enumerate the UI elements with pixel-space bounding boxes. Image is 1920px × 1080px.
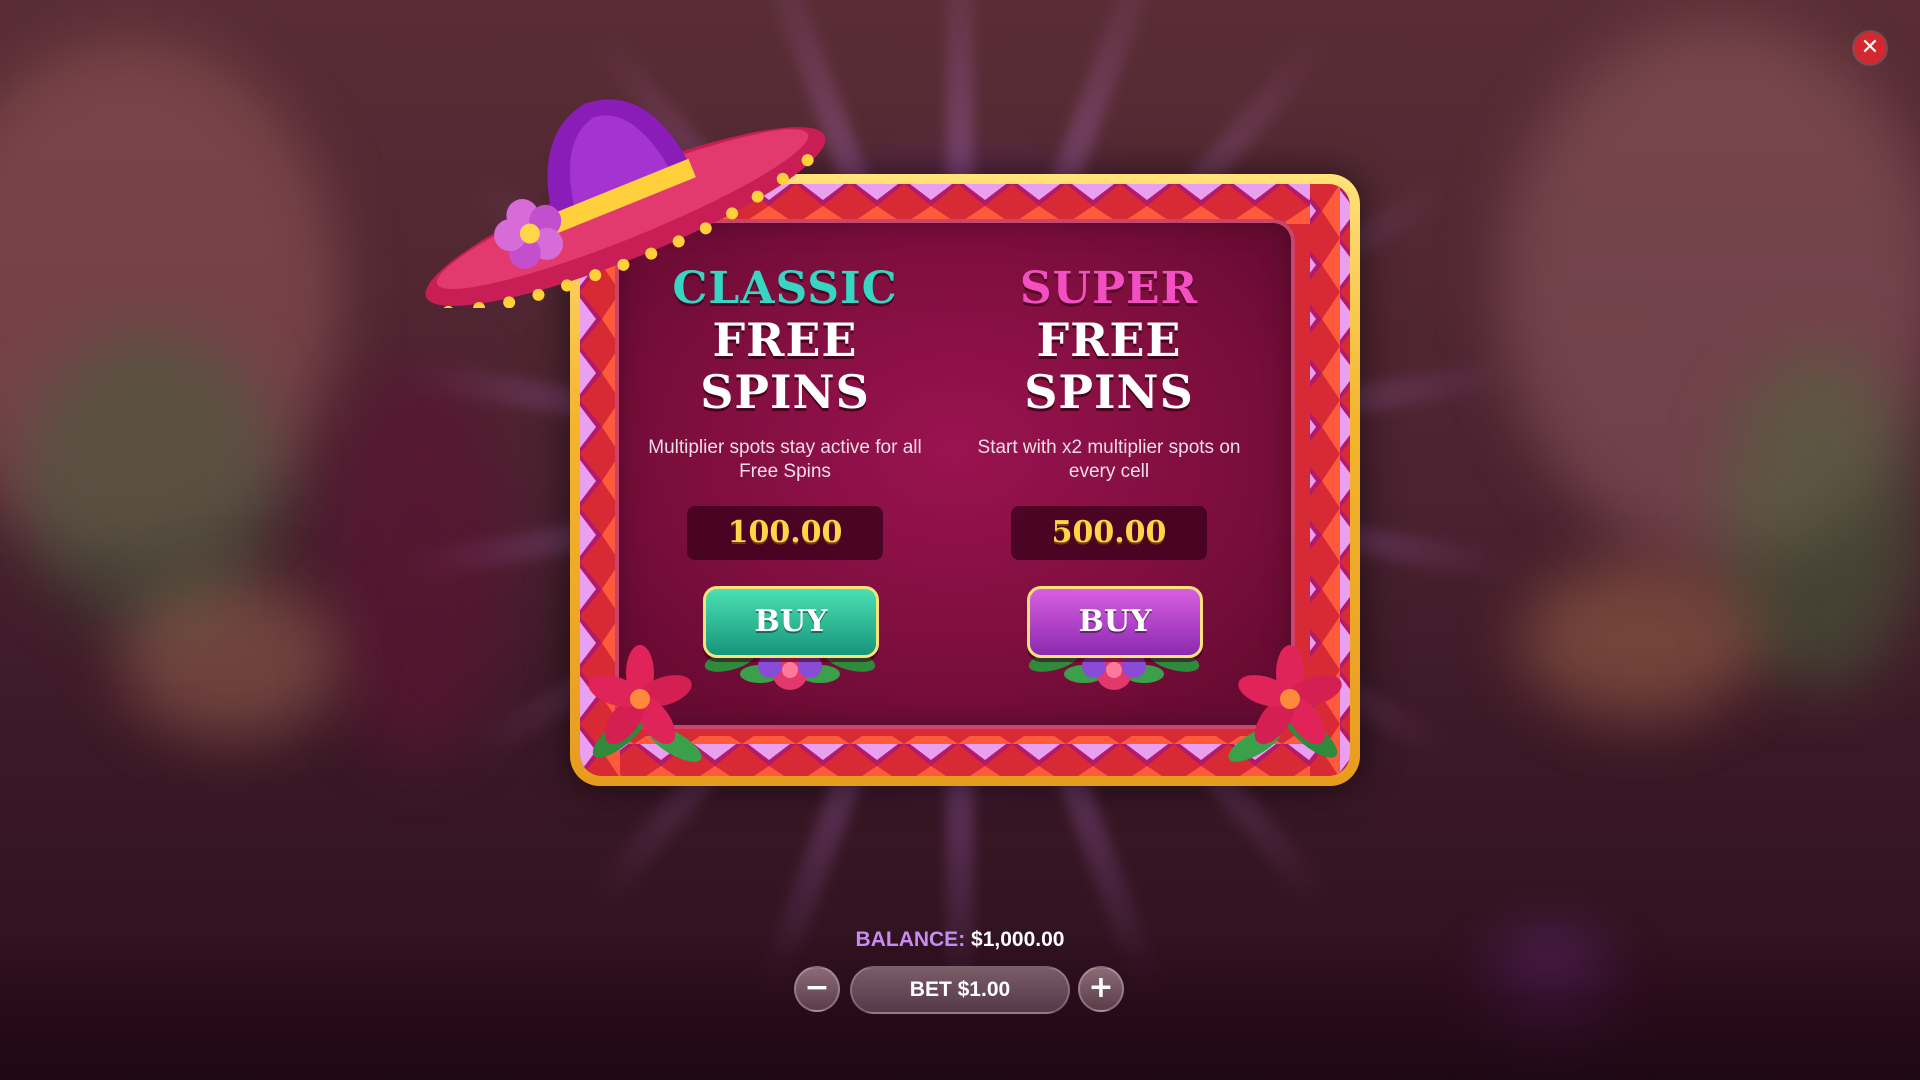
classic-offer-description: Multiplier spots stay active for all Fre… — [648, 437, 922, 482]
decrease-bet-button[interactable]: − — [794, 966, 840, 1012]
classic-buy-button[interactable]: BUY — [703, 586, 879, 658]
super-buy-button[interactable]: BUY — [1027, 586, 1203, 658]
bet-amount-button[interactable]: BET $1.00 — [850, 966, 1070, 1014]
close-button[interactable]: ✕ — [1854, 32, 1886, 64]
balance-label: BALANCE: — [855, 928, 966, 951]
minus-icon: − — [804, 970, 830, 1005]
balance-value: $1,000.00 — [971, 928, 1065, 951]
classic-buy-area: BUY — [690, 586, 880, 706]
bet-controls: − BET $1.00 + — [0, 964, 1920, 1014]
plus-icon: + — [1088, 970, 1114, 1005]
super-offer-kind: SUPER — [1019, 263, 1199, 314]
close-icon: ✕ — [1860, 35, 1880, 60]
balance-display: BALANCE: $1,000.00 — [0, 928, 1920, 952]
classic-offer-title: FREE SPINS — [700, 313, 870, 419]
sombrero-icon — [425, 99, 826, 308]
super-offer-description: Start with x2 multiplier spots on every … — [977, 437, 1241, 482]
super-offer-price: 500.00 — [1011, 506, 1207, 560]
super-offer-title: FREE SPINS — [1024, 313, 1194, 419]
flower-icon — [1228, 645, 1342, 762]
increase-bet-button[interactable]: + — [1078, 966, 1124, 1012]
flower-icon — [588, 645, 702, 762]
super-buy-area: BUY — [1014, 586, 1204, 706]
classic-offer-price: 100.00 — [687, 506, 883, 560]
